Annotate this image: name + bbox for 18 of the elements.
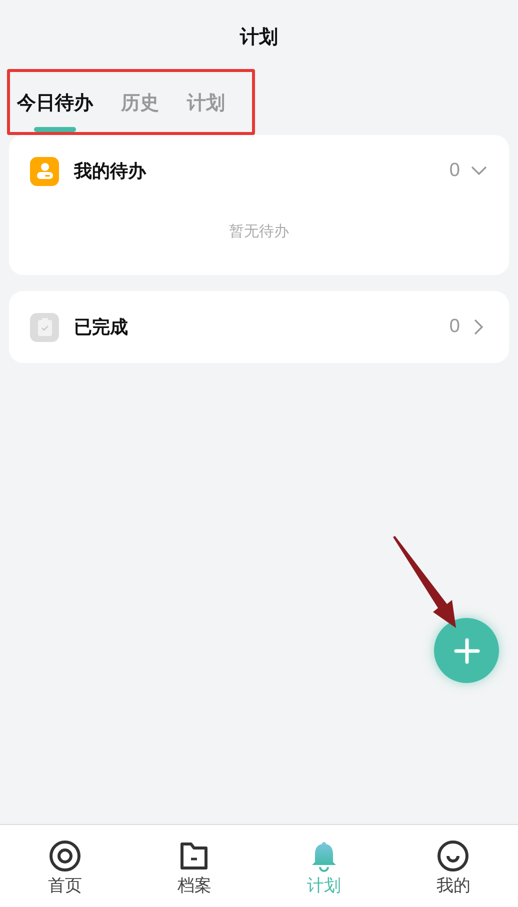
- person-icon: [30, 156, 59, 186]
- folder-icon: [178, 840, 210, 872]
- section-title[interactable]: 我的待办: [74, 158, 450, 184]
- add-button[interactable]: [434, 618, 499, 683]
- tab-indicator: [34, 127, 76, 132]
- nav-tab[interactable]: 首页: [0, 825, 130, 907]
- nav-tab[interactable]: 档案: [130, 825, 259, 907]
- page-title: 计划: [240, 26, 278, 50]
- plus-icon: [452, 636, 480, 664]
- smiley-icon: [437, 840, 470, 872]
- section-title[interactable]: 已完成: [74, 314, 450, 340]
- count-text: 0: [449, 314, 460, 339]
- tab[interactable]: 今日待办: [17, 90, 93, 132]
- empty-message: 暂无待办: [229, 222, 289, 241]
- target-icon: [48, 840, 81, 872]
- nav-tab[interactable]: 我的: [388, 825, 518, 907]
- clipboard-icon: [30, 312, 59, 342]
- count-text: 0: [449, 158, 460, 183]
